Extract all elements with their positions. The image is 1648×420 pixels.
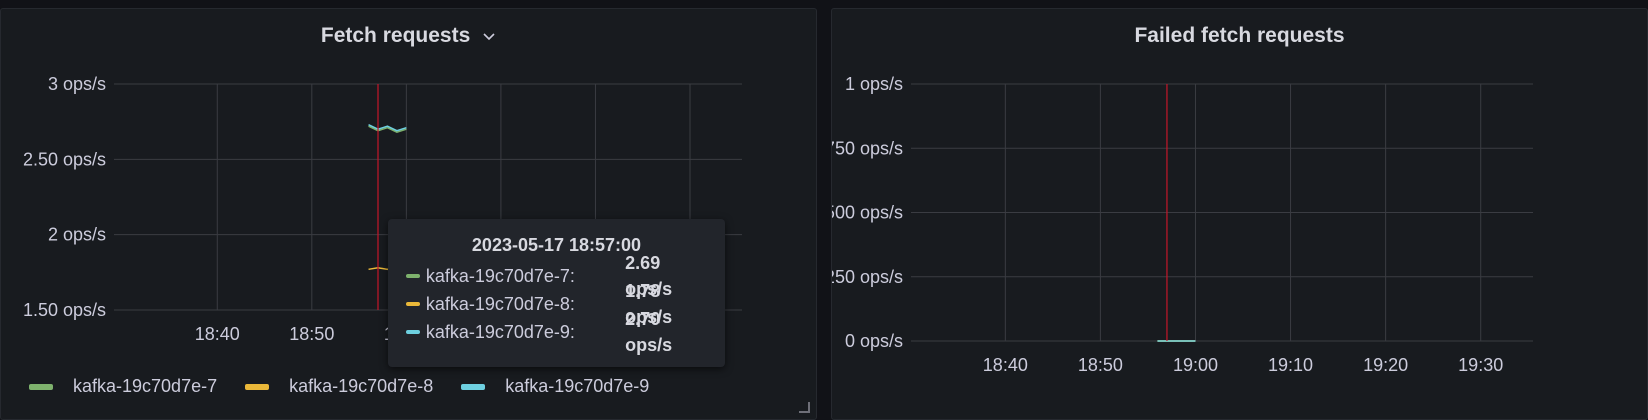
legend: kafka-19c70d7e-7 kafka-19c70d7e-8 kafka-… [29,376,649,397]
tooltip-swatch [406,274,420,278]
y-tick-label: 0 ops/s [845,331,903,351]
tooltip-series-name: kafka-19c70d7e-9: [425,322,575,342]
failed-fetch-requests-plot[interactable]: 1 ops/s 0.750 ops/s 0.500 ops/s 0.250 ops/s… [832,9,1648,409]
y-tick-label: 0.500 ops/s [832,203,903,223]
legend-label[interactable]: kafka-19c70d7e-7 [73,376,217,397]
legend-label[interactable]: kafka-19c70d7e-9 [505,376,649,397]
tooltip-series-name: kafka-19c70d7e-8: [425,294,575,314]
legend-label[interactable]: kafka-19c70d7e-8 [289,376,433,397]
x-tick-label: 18:40 [983,355,1028,375]
tooltip-series-value: 2.70 ops/s [625,309,673,355]
legend-item[interactable]: kafka-19c70d7e-7 [29,376,217,397]
legend-item[interactable]: kafka-19c70d7e-9 [461,376,649,397]
y-tick-label: 0.750 ops/s [832,138,903,158]
y-tick-label: 2 ops/s [48,225,106,245]
tooltip-row: kafka-19c70d7e-9: 2.70 ops/s [406,309,711,355]
legend-item[interactable]: kafka-19c70d7e-8 [245,376,433,397]
fetch-requests-panel: Fetch requests 3 ops/s 2.50 ops/s 2 ops/s 1… [0,8,817,420]
legend-swatch [29,383,53,390]
x-tick-label: 18:40 [195,324,240,344]
x-tick-label: 18:50 [289,324,334,344]
legend-swatch [245,383,270,390]
failed-fetch-requests-panel: Failed fetch requests 1 ops/s0.750 ops/s… [831,8,1648,420]
y-tick-label: 2.50 ops/s [23,149,106,169]
y-tick-label: 3 ops/s [48,74,106,94]
hover-tooltip: 2023-05-17 18:57:00 kafka-19c70d7e-7: 2.… [388,219,725,367]
x-tick-label: 19:10 [1268,355,1313,375]
legend-swatch [461,383,486,390]
y-tick-label: 0.250 ops/s [832,267,903,287]
resize-handle[interactable] [799,402,810,413]
tooltip-swatch [406,330,420,334]
tooltip-series-name: kafka-19c70d7e-7: [425,266,575,286]
tooltip-swatch [406,302,420,306]
x-tick-label: 19:20 [1363,355,1408,375]
y-tick-label: 1.50 ops/s [23,300,106,320]
x-tick-label: 18:50 [1078,355,1123,375]
x-tick-label: 19:30 [1458,355,1503,375]
y-tick-label: 1 ops/s [845,74,903,94]
x-tick-label: 19:00 [1173,355,1218,375]
